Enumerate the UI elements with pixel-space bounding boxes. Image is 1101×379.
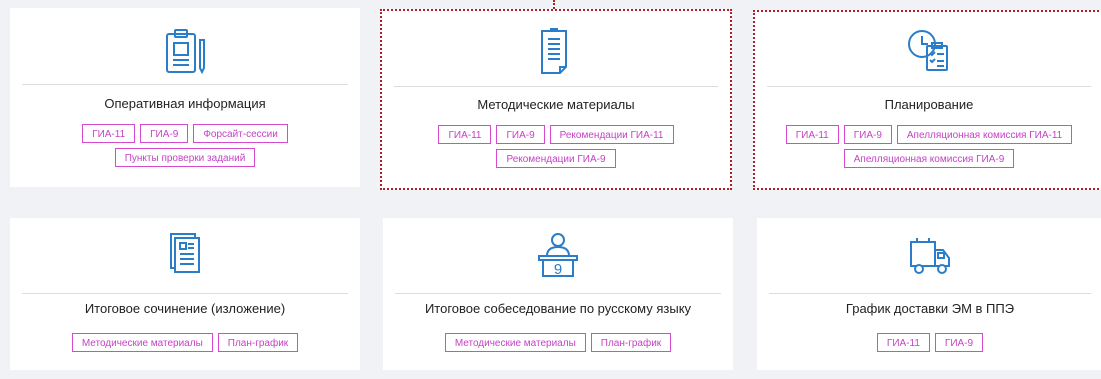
tag-list: ГИА-11 ГИА-9 Апелляционная комиссия ГИА-… — [755, 125, 1101, 168]
delivery-truck-icon — [757, 236, 1101, 276]
clipboard-pencil-icon — [10, 28, 360, 76]
tag-check-points[interactable]: Пункты проверки заданий — [114, 148, 256, 167]
tag-appeal-commission-gia9[interactable]: Апелляционная комиссия ГИА-9 — [843, 149, 1015, 168]
tag-foresight-sessions[interactable]: Форсайт-сессии — [193, 124, 288, 143]
card-title: Итоговое собеседование по русскому языку — [424, 301, 692, 316]
tag-gia9[interactable]: ГИА-9 — [843, 125, 892, 144]
card-operational-info: Оперативная информация ГИА-11 ГИА-9 Форс… — [10, 8, 360, 187]
tag-gia9[interactable]: ГИА-9 — [140, 124, 189, 143]
card-planning: Планирование ГИА-11 ГИА-9 Апелляционная … — [753, 10, 1101, 190]
tag-schedule[interactable]: План-график — [590, 333, 672, 352]
person-desk-icon: 9 — [383, 232, 733, 278]
highlight-connector — [553, 0, 555, 9]
card-title: Методические материалы — [477, 97, 635, 112]
tag-gia11[interactable]: ГИА-11 — [785, 125, 839, 144]
tag-list: ГИА-11 ГИА-9 — [757, 333, 1101, 352]
tag-list: ГИА-11 ГИА-9 Форсайт-сессии Пункты прове… — [10, 124, 360, 167]
desk-number: 9 — [554, 261, 562, 278]
tag-appeal-commission-gia11[interactable]: Апелляционная комиссия ГИА-11 — [896, 125, 1073, 144]
clock-checklist-icon — [755, 26, 1101, 74]
tag-gia9[interactable]: ГИА-9 — [496, 125, 545, 144]
tag-gia9[interactable]: ГИА-9 — [934, 333, 984, 352]
tag-methodical-materials[interactable]: Методические материалы — [444, 333, 586, 352]
card-delivery-schedule: График доставки ЭМ в ППЭ ГИА-11 ГИА-9 — [757, 218, 1101, 370]
tag-methodical-materials[interactable]: Методические материалы — [71, 333, 213, 352]
tag-gia11[interactable]: ГИА-11 — [82, 124, 136, 143]
card-title: Планирование — [884, 97, 974, 112]
tag-list: ГИА-11 ГИА-9 Рекомендации ГИА-11 Рекомен… — [382, 125, 730, 168]
tag-recommendations-gia11[interactable]: Рекомендации ГИА-11 — [549, 125, 674, 144]
document-stack-icon — [10, 232, 360, 276]
document-lines-icon — [382, 27, 730, 75]
tag-gia11[interactable]: ГИА-11 — [438, 125, 492, 144]
card-title: График доставки ЭМ в ППЭ — [845, 301, 1015, 316]
tag-recommendations-gia9[interactable]: Рекомендации ГИА-9 — [496, 149, 616, 168]
card-methodical-materials: Методические материалы ГИА-11 ГИА-9 Реко… — [380, 9, 732, 190]
card-title: Оперативная информация — [104, 96, 266, 111]
tag-list: Методические материалы План-график — [10, 333, 360, 352]
card-title: Итоговое сочинение (изложение) — [84, 301, 286, 316]
card-final-essay: Итоговое сочинение (изложение) Методичес… — [10, 218, 360, 370]
tag-list: Методические материалы План-график — [383, 333, 733, 352]
tag-schedule[interactable]: План-график — [217, 333, 299, 352]
card-final-interview: 9 Итоговое собеседование по русскому язы… — [383, 218, 733, 370]
tag-gia11[interactable]: ГИА-11 — [876, 333, 930, 352]
